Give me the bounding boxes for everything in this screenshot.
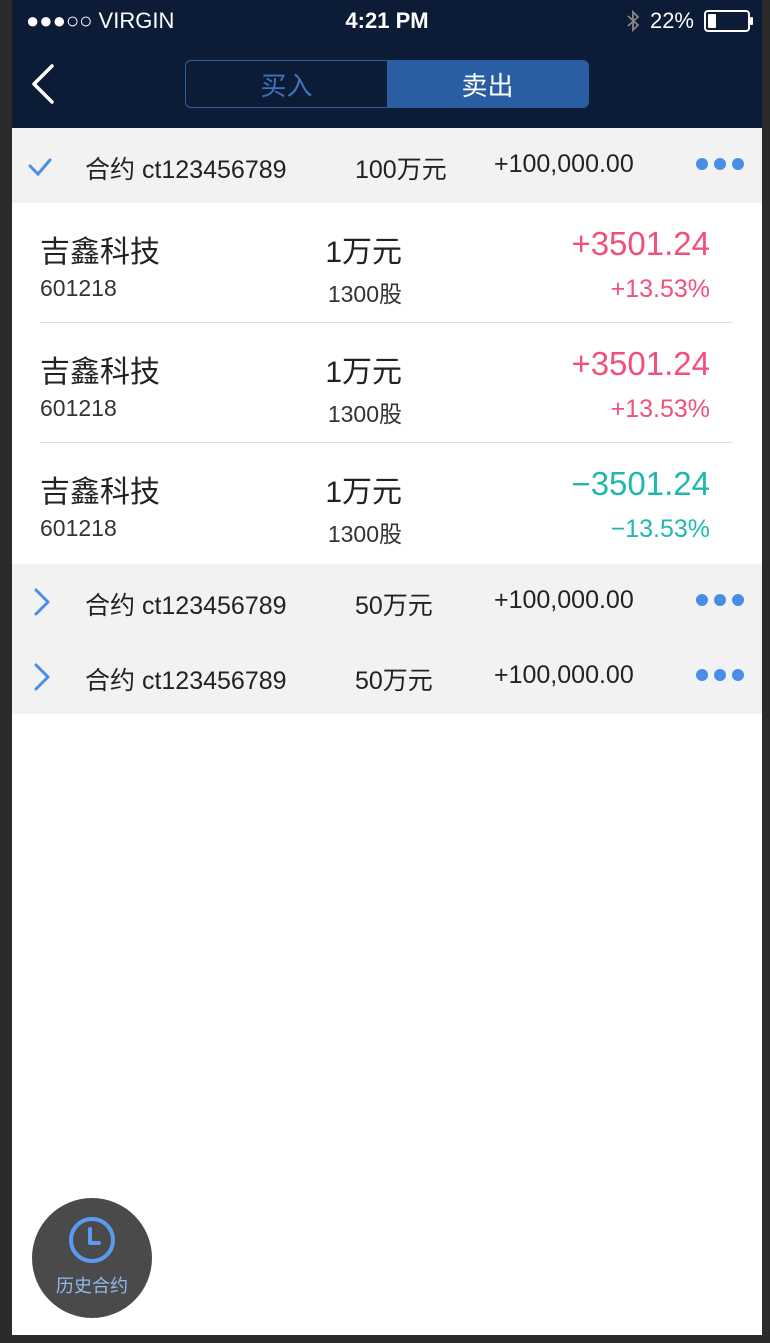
app-screen: ●●●○○ VIRGIN 4:21 PM 22% 买入 卖出 合约 ct1234… [12, 0, 762, 1335]
stock-row[interactable]: 吉鑫科技 601218 1万元 1300股 +3501.24 +13.53% [12, 323, 762, 443]
status-right: 22% [626, 8, 753, 34]
stock-code: 601218 [40, 515, 117, 541]
stock-shares: 1300股 [327, 521, 402, 547]
stock-percent: +13.53% [610, 275, 710, 303]
stock-name: 吉鑫科技 [40, 356, 160, 389]
stock-shares: 1300股 [327, 401, 402, 427]
stock-value: +3501.24 [571, 225, 710, 262]
contract-row[interactable]: 合约 ct123456789 50万元 +100,000.00 [12, 564, 762, 639]
stock-value: −3501.24 [571, 465, 710, 502]
stock-name: 吉鑫科技 [40, 236, 160, 269]
contract-name: 合约 ct123456789 [85, 156, 287, 184]
stock-row[interactable]: 吉鑫科技 601218 1万元 1300股 +3501.24 +13.53% [12, 203, 762, 323]
stock-shares: 1300股 [327, 281, 402, 307]
stock-percent: −13.53% [610, 515, 710, 543]
contract-row[interactable]: 合约 ct123456789 50万元 +100,000.00 [12, 639, 762, 714]
history-contracts-button[interactable]: 历史合约 [32, 1198, 152, 1318]
buy-sell-segmented-control: 买入 卖出 [185, 60, 589, 108]
contract-row[interactable]: 合约 ct123456789 100万元 +100,000.00 [12, 128, 762, 203]
nav-bar: 买入 卖出 [12, 40, 762, 128]
contract-profit: +100,000.00 [494, 661, 634, 689]
battery-percent: 22% [649, 8, 694, 33]
status-bar: ●●●○○ VIRGIN 4:21 PM 22% [12, 0, 762, 40]
more-options-icon[interactable] [696, 594, 744, 606]
stock-name: 吉鑫科技 [40, 476, 160, 509]
contract-amount: 50万元 [355, 592, 433, 620]
stock-amount: 1万元 [325, 236, 402, 269]
stock-code: 601218 [40, 275, 117, 301]
contract-name: 合约 ct123456789 [85, 667, 287, 695]
tab-buy[interactable]: 买入 [186, 61, 387, 107]
clock-icon [69, 1217, 115, 1263]
stock-amount: 1万元 [325, 356, 402, 389]
back-arrow-icon[interactable] [26, 62, 66, 106]
contract-amount: 100万元 [355, 156, 447, 184]
checkmark-icon[interactable] [28, 154, 52, 182]
contract-profit: +100,000.00 [494, 150, 634, 178]
chevron-right-icon[interactable] [30, 588, 54, 616]
bluetooth-icon [627, 10, 640, 32]
stock-row[interactable]: 吉鑫科技 601218 1万元 1300股 −3501.24 −13.53% [12, 443, 762, 563]
more-options-icon[interactable] [696, 669, 744, 681]
contract-name: 合约 ct123456789 [85, 592, 287, 620]
stock-amount: 1万元 [325, 476, 402, 509]
tab-sell[interactable]: 卖出 [387, 61, 588, 107]
more-options-icon[interactable] [696, 158, 744, 170]
stock-value: +3501.24 [571, 345, 710, 382]
contract-profit: +100,000.00 [494, 586, 634, 614]
chevron-right-icon[interactable] [30, 663, 54, 691]
stock-code: 601218 [40, 395, 117, 421]
stock-percent: +13.53% [610, 395, 710, 423]
top-bar: ●●●○○ VIRGIN 4:21 PM 22% 买入 卖出 [12, 0, 762, 128]
history-label: 历史合约 [56, 1276, 128, 1296]
battery-icon [704, 10, 753, 32]
contract-amount: 50万元 [355, 667, 433, 695]
